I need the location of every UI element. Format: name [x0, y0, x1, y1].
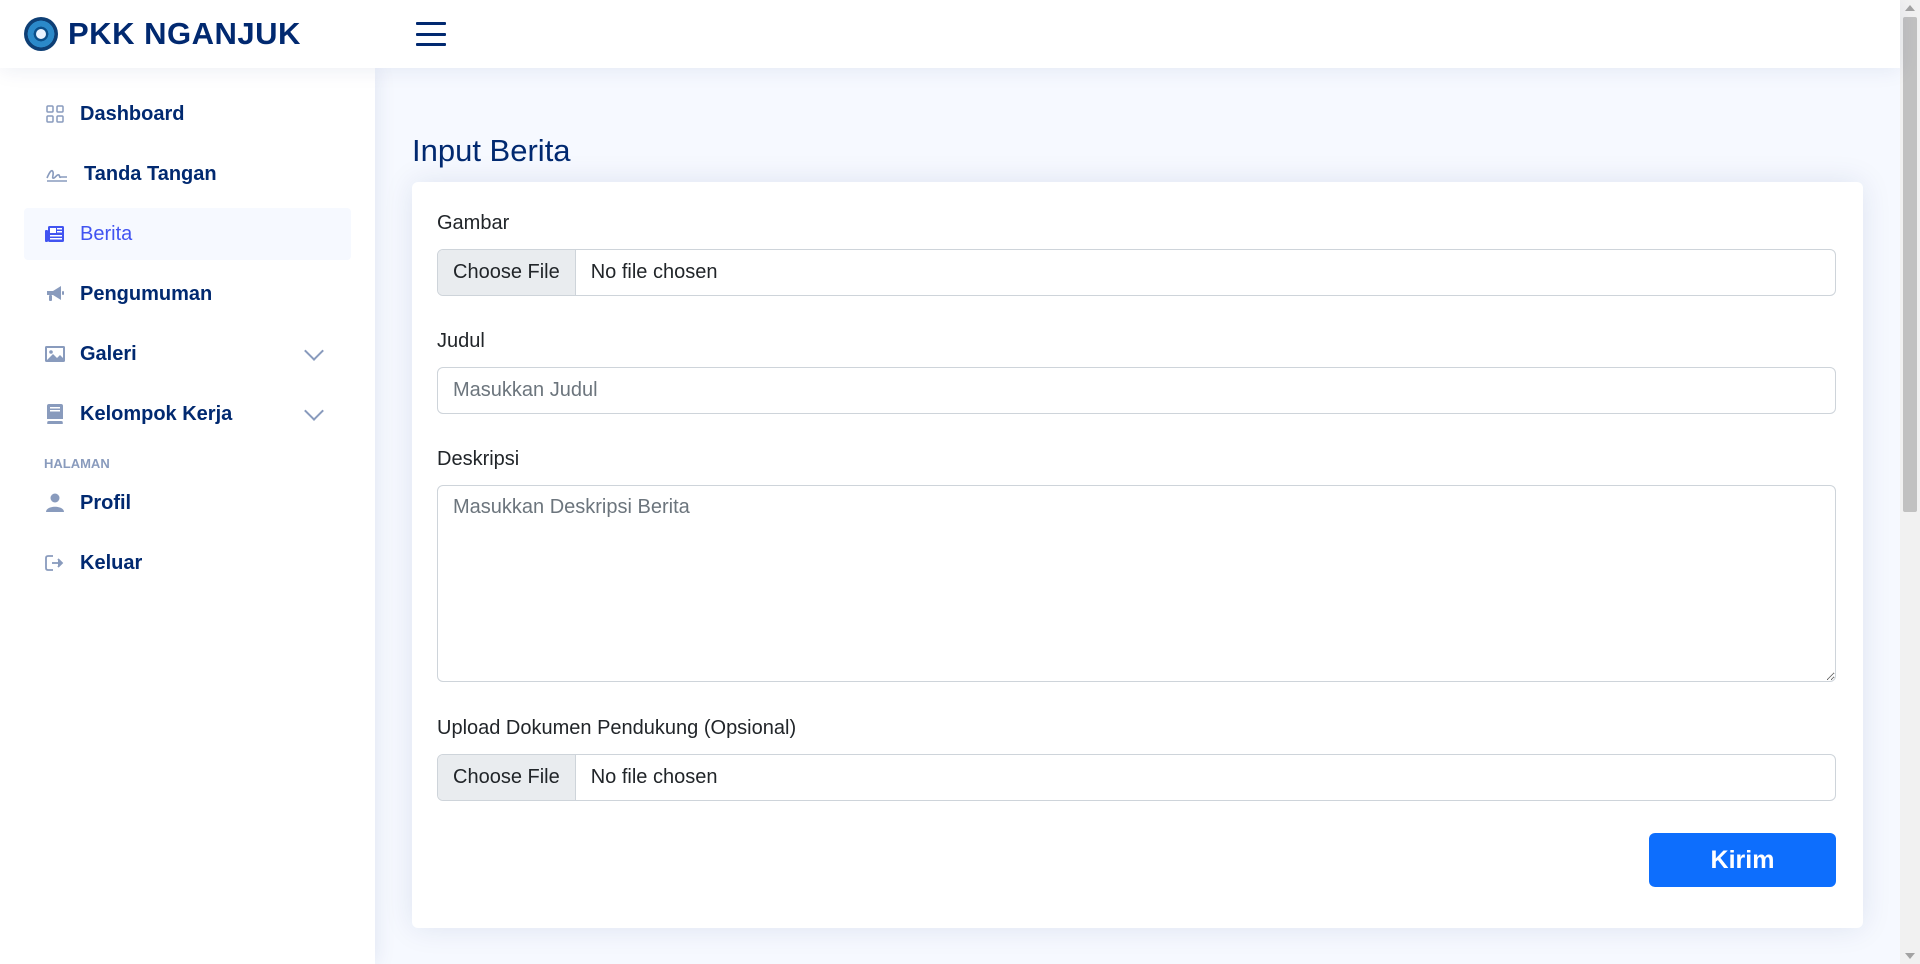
- page-title: Input Berita: [412, 133, 571, 168]
- gambar-choose-file-button[interactable]: Choose File: [438, 250, 576, 295]
- scroll-thumb[interactable]: [1903, 17, 1917, 512]
- sidebar-item-profil[interactable]: Profil: [24, 477, 351, 529]
- deskripsi-label: Deskripsi: [437, 448, 520, 470]
- image-icon: [44, 343, 66, 365]
- kirim-button[interactable]: Kirim: [1649, 833, 1836, 887]
- sidebar-item-kelompok-kerja[interactable]: Kelompok Kerja: [24, 388, 351, 440]
- chevron-down-icon[interactable]: [304, 341, 324, 361]
- dokumen-file-input[interactable]: Choose File No file chosen: [437, 754, 1836, 801]
- chevron-down-icon[interactable]: [304, 401, 324, 421]
- header: PKK NGANJUK: [0, 0, 1900, 68]
- sidebar: Dashboard Tanda Tangan Berita Pengumuman…: [0, 68, 375, 964]
- pkk-logo-icon: [24, 17, 58, 51]
- sidebar-item-pengumuman[interactable]: Pengumuman: [24, 268, 351, 320]
- sidebar-item-label: Profil: [80, 491, 132, 514]
- megaphone-icon: [44, 283, 66, 305]
- gambar-label: Gambar: [437, 212, 510, 234]
- scroll-up-icon[interactable]: [1905, 5, 1915, 11]
- sidebar-heading: HALAMAN: [44, 456, 110, 471]
- signature-icon: [44, 163, 70, 185]
- dokumen-field: Upload Dokumen Pendukung (Opsional) Choo…: [437, 717, 1838, 801]
- sidebar-item-tanda-tangan[interactable]: Tanda Tangan: [24, 148, 351, 200]
- page-scrollbar[interactable]: [1900, 0, 1920, 964]
- dokumen-label: Upload Dokumen Pendukung (Opsional): [437, 717, 797, 739]
- sidebar-item-keluar[interactable]: Keluar: [24, 537, 351, 589]
- dokumen-file-status: No file chosen: [590, 766, 718, 788]
- sidebar-item-label: Tanda Tangan: [84, 162, 217, 185]
- sidebar-item-berita[interactable]: Berita: [24, 208, 351, 260]
- sidebar-item-label: Kelompok Kerja: [80, 402, 233, 425]
- sidebar-item-label: Keluar: [80, 551, 143, 574]
- person-icon: [44, 492, 66, 514]
- gambar-field: Gambar Choose File No file chosen: [437, 212, 1838, 296]
- sidebar-item-galeri[interactable]: Galeri: [24, 328, 351, 380]
- menu-toggle-icon[interactable]: [416, 22, 446, 46]
- judul-field: Judul: [437, 330, 1838, 414]
- deskripsi-textarea[interactable]: [437, 485, 1836, 682]
- app-name: PKK NGANJUK: [68, 16, 301, 51]
- form-card: Gambar Choose File No file chosen Judul …: [412, 182, 1863, 928]
- sidebar-item-label: Dashboard: [80, 102, 185, 125]
- sidebar-item-label: Galeri: [80, 342, 137, 365]
- main-content: Input Berita Gambar Choose File No file …: [375, 68, 1900, 964]
- sidebar-item-dashboard[interactable]: Dashboard: [24, 88, 351, 140]
- book-icon: [44, 403, 66, 425]
- judul-input[interactable]: [437, 367, 1836, 414]
- dokumen-choose-file-button[interactable]: Choose File: [438, 755, 576, 800]
- gambar-file-status: No file chosen: [590, 261, 718, 283]
- sidebar-item-label: Berita: [80, 222, 133, 245]
- judul-label: Judul: [437, 330, 485, 352]
- newspaper-icon: [44, 223, 66, 245]
- scroll-down-icon[interactable]: [1905, 953, 1915, 959]
- gambar-file-input[interactable]: Choose File No file chosen: [437, 249, 1836, 296]
- grid-icon: [44, 103, 66, 125]
- submit-row: Kirim: [437, 833, 1836, 887]
- deskripsi-field: Deskripsi: [437, 448, 1838, 687]
- sidebar-item-label: Pengumuman: [80, 282, 213, 305]
- logo[interactable]: PKK NGANJUK: [24, 16, 364, 52]
- logout-icon: [44, 552, 66, 574]
